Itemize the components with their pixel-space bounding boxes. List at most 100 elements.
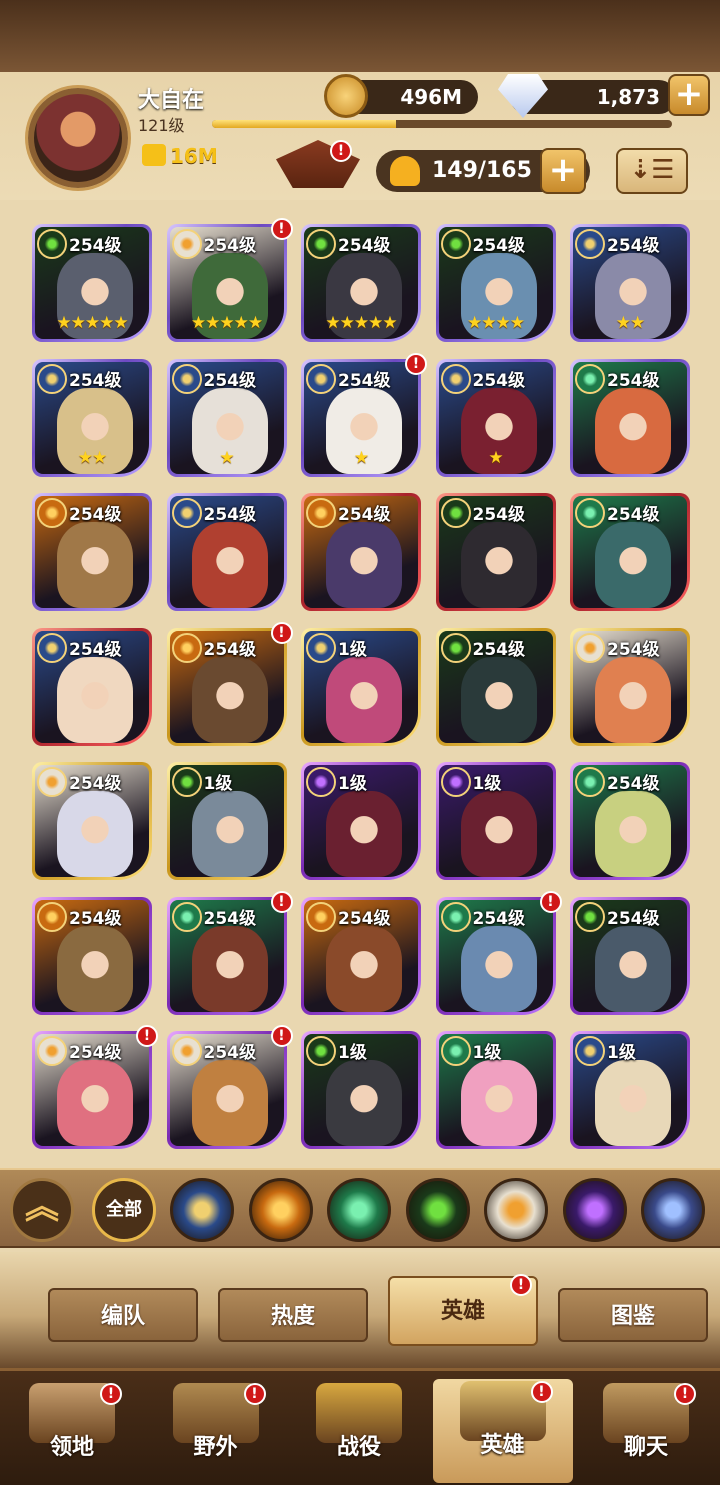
hero-card[interactable]: 254级 — [301, 493, 421, 611]
hero-alert-badge: ! — [405, 352, 427, 375]
hero-alert-badge: ! — [270, 621, 293, 644]
hero-card[interactable]: 254级 ★★★★★! — [166, 218, 293, 342]
hero-level: 254级 — [338, 236, 391, 256]
collapse-chevron-icon[interactable]: ︽ — [10, 1178, 74, 1242]
subtab-0[interactable]: 编队 — [48, 1288, 198, 1342]
hero-level: 254级 — [338, 505, 391, 525]
hero-card[interactable]: 254级 — [570, 358, 690, 477]
hero-portrait: 254级 — [169, 630, 284, 743]
hero-card[interactable]: 1级 — [435, 762, 556, 880]
buy-gems-button[interactable]: + — [668, 74, 710, 116]
filter-mauler-icon[interactable] — [248, 1178, 313, 1242]
hero-level: 254级 — [69, 908, 122, 929]
hero-portrait: 254级 — [573, 630, 687, 743]
hero-card[interactable]: 1级 — [570, 1031, 690, 1149]
hero-card[interactable]: 254级 ★★ — [570, 224, 690, 342]
hero-card[interactable]: 1级 — [301, 1031, 421, 1149]
hero-card[interactable]: 254级! — [166, 890, 293, 1015]
hero-portrait: 254级 — [573, 899, 687, 1012]
hero-card[interactable]: 254级 — [32, 627, 152, 746]
nav-sword-shield[interactable]: 战役 — [289, 1381, 429, 1481]
hero-level: 254级 — [69, 236, 122, 256]
nav-chat-bubble[interactable]: 聊天! — [576, 1381, 716, 1481]
filter-graveborn-icon[interactable] — [405, 1178, 470, 1242]
hero-card[interactable]: 254级 — [32, 896, 152, 1015]
hero-face — [57, 656, 133, 743]
filter-hypogean-icon[interactable] — [562, 1178, 627, 1242]
hero-card[interactable]: 254级 ★★★★★ — [301, 224, 421, 342]
gem-value: 1,873 — [596, 85, 660, 109]
filter-celestial-icon[interactable] — [484, 1178, 548, 1242]
subtab-1[interactable]: 热度 — [218, 1288, 368, 1342]
hero-card[interactable]: 254级 ★★★★ — [435, 224, 556, 342]
hero-card[interactable]: 254级 ★★★★★ — [32, 224, 152, 342]
mauler-faction-icon — [37, 901, 67, 932]
hero-card[interactable]: 254级 — [32, 762, 152, 880]
hero-face — [191, 925, 268, 1012]
hero-card[interactable]: 254级! — [435, 890, 562, 1015]
hero-alert-badge: ! — [136, 1025, 158, 1047]
hero-card[interactable]: 254级! — [32, 1025, 158, 1149]
hero-level: 254级 — [607, 236, 660, 256]
hero-card[interactable]: 254级 ★★ — [32, 358, 152, 477]
expand-slots-button[interactable]: + — [540, 148, 586, 194]
hero-stars: ★★★★★ — [190, 313, 263, 333]
hero-card[interactable]: 254级 — [166, 493, 287, 611]
hero-card[interactable]: 254级 — [435, 493, 556, 611]
filter-dimensional-icon[interactable] — [641, 1178, 705, 1242]
lightbearer-faction-icon — [440, 363, 471, 394]
hero-card[interactable]: 254级 ★! — [301, 352, 427, 477]
hero-level: 254级 — [69, 639, 122, 660]
sort-button[interactable]: ⇣☰ — [616, 148, 688, 194]
hero-card[interactable]: 254级 — [570, 762, 690, 880]
nav-helmet[interactable]: 英雄! — [432, 1379, 573, 1483]
hero-portrait: 254级 — [573, 361, 687, 474]
hero-card[interactable]: 1级 — [301, 627, 421, 746]
hero-card[interactable]: 254级 — [301, 896, 421, 1015]
hero-face — [326, 925, 402, 1012]
player-avatar[interactable] — [28, 88, 128, 188]
filter-wilder-icon[interactable] — [327, 1178, 391, 1242]
subtab-3[interactable]: 图鉴 — [558, 1288, 708, 1342]
hero-level: 1级 — [338, 639, 367, 660]
hero-face — [191, 1060, 268, 1146]
mauler-faction-icon — [171, 632, 202, 663]
hero-level: 1级 — [607, 1043, 636, 1063]
bottom-navigation: 领地! 野外! 战役 英雄! 聊天! — [0, 1368, 720, 1485]
hero-card[interactable]: 254级 ★ — [166, 358, 287, 477]
nav-alert-badge: ! — [243, 1383, 266, 1405]
filter-all-button[interactable]: 全部 — [92, 1178, 156, 1242]
hero-card[interactable]: 254级 — [570, 493, 690, 611]
hero-face — [57, 522, 133, 608]
hero-face — [460, 656, 537, 743]
nav-castle[interactable]: 领地! — [2, 1381, 142, 1481]
hero-card[interactable]: 1级 — [301, 762, 421, 880]
hero-card[interactable]: 254级 — [570, 627, 690, 746]
faction-filter-bar: ︽ 全部 — [0, 1168, 720, 1248]
filter-lightbearer-icon[interactable] — [170, 1178, 234, 1242]
hero-level: 254级 — [472, 505, 526, 525]
hero-card[interactable]: 254级 — [435, 627, 556, 746]
hero-portrait: 1级 — [304, 630, 418, 743]
subtab-label: 编队 — [100, 1304, 145, 1329]
hero-level: 254级 — [607, 505, 660, 525]
hero-level: 254级 — [203, 370, 257, 391]
hero-card[interactable]: 1级 — [435, 1031, 556, 1149]
hero-level: 254级 — [607, 370, 660, 391]
hero-card[interactable]: 254级 — [570, 896, 690, 1015]
hero-card[interactable]: 254级 ★ — [435, 358, 556, 477]
ascension-alert-badge: ! — [330, 140, 352, 162]
hero-card[interactable]: 254级 — [32, 493, 152, 611]
subtab-2[interactable]: 英雄! — [388, 1274, 538, 1346]
hypogean-faction-icon — [306, 767, 336, 797]
hero-level: 254级 — [203, 908, 257, 929]
hero-card[interactable]: 254级! — [166, 621, 293, 746]
nav-map-scroll[interactable]: 野外! — [146, 1381, 286, 1481]
hero-face — [595, 656, 671, 743]
subtab-label: 热度 — [270, 1304, 315, 1329]
hero-card[interactable]: 1级 — [166, 762, 287, 880]
hero-card[interactable]: 254级! — [166, 1025, 293, 1149]
hero-face — [57, 925, 133, 1012]
hero-level: 1级 — [338, 774, 367, 794]
hero-face — [326, 522, 402, 608]
